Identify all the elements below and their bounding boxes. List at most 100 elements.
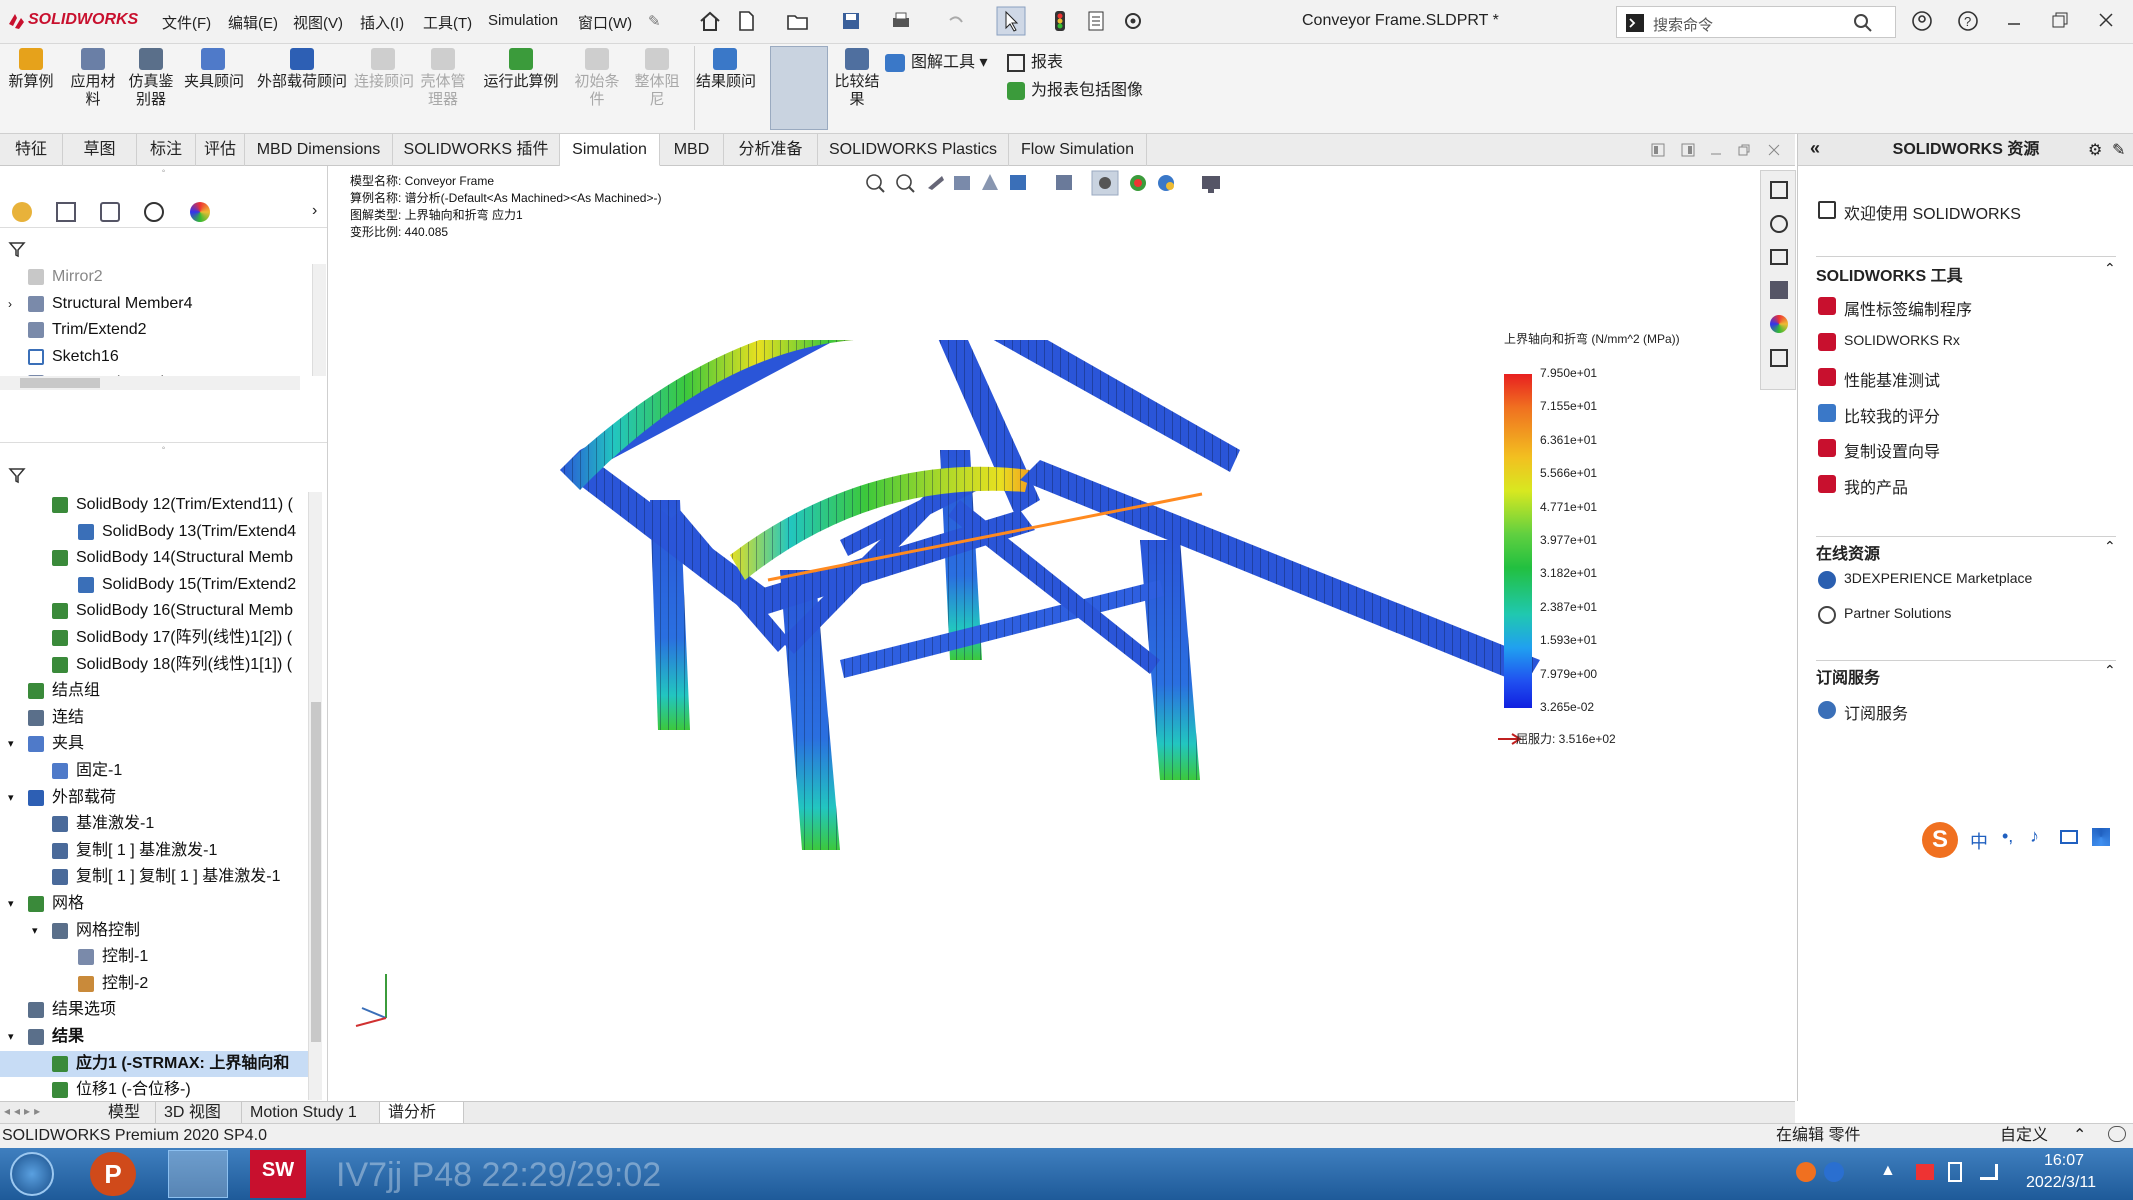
sim-tree-item[interactable]: 应力1 (-STRMAX: 上界轴向和 bbox=[0, 1050, 308, 1077]
plot-tools-button[interactable]: 图解工具 ▾ bbox=[885, 48, 988, 72]
cmd-9[interactable]: 整体阻 尼 bbox=[628, 48, 686, 109]
sim-tree-item[interactable]: 基准激发-1 bbox=[0, 811, 308, 837]
tooltip-icon[interactable] bbox=[2108, 1126, 2126, 1142]
minimize-window-icon[interactable] bbox=[2004, 14, 2024, 28]
feature-tree-item[interactable]: › Structural Member4 bbox=[0, 291, 300, 317]
subscription-collapse-icon[interactable]: ⌃ bbox=[2104, 662, 2116, 679]
feature-tree-item[interactable]: Sketch16 bbox=[0, 344, 300, 370]
tools-section-header[interactable]: SOLIDWORKS 工具 bbox=[1816, 262, 2116, 286]
sim-tree-item[interactable]: ▾ 外部载荷 bbox=[0, 785, 308, 811]
hide-show-items-icon[interactable] bbox=[1091, 170, 1119, 196]
view-settings-icon[interactable] bbox=[1202, 176, 1220, 193]
sogou-tray-icon[interactable] bbox=[1796, 1162, 1816, 1182]
sim-tree-item[interactable]: SolidBody 14(Structural Memb bbox=[0, 545, 308, 571]
sim-tree-item[interactable]: 结点组 bbox=[0, 678, 308, 704]
sim-tree-item[interactable]: 复制[ 1 ] 基准激发-1 bbox=[0, 838, 308, 864]
clock-date[interactable]: 2022/3/11 bbox=[2026, 1174, 2096, 1192]
start-button-icon[interactable] bbox=[10, 1152, 54, 1196]
tab-1[interactable]: 草图 bbox=[63, 134, 137, 166]
property-manager-tab-icon[interactable] bbox=[56, 202, 76, 222]
feature-tree-item[interactable]: Trim/Extend2 bbox=[0, 317, 300, 343]
resources-tab-icon[interactable] bbox=[1770, 181, 1788, 199]
feature-tree-scrollbar[interactable] bbox=[312, 264, 326, 376]
appearances-tab-icon[interactable] bbox=[1770, 315, 1788, 333]
tab-9[interactable]: SOLIDWORKS Plastics bbox=[818, 134, 1009, 166]
cmd-2[interactable]: 仿真鉴 别器 bbox=[122, 48, 180, 109]
sim-tree-item[interactable]: 控制-2 bbox=[0, 971, 308, 997]
panel-splitter-middle[interactable]: ◦ bbox=[0, 442, 327, 454]
feature-tree-hscrollbar[interactable] bbox=[0, 376, 300, 390]
ime-keyboard-icon[interactable] bbox=[2060, 830, 2078, 844]
tools-collapse-icon[interactable]: ⌃ bbox=[2104, 260, 2116, 277]
pin-icon[interactable]: ✎ bbox=[648, 12, 661, 30]
cmd-4[interactable]: 外部载荷顾问 bbox=[254, 48, 350, 91]
zoom-area-icon[interactable] bbox=[896, 174, 915, 193]
menu-tools[interactable]: 工具(T) bbox=[423, 12, 472, 33]
view-palette-tab-icon[interactable] bbox=[1770, 281, 1788, 299]
cmd-5[interactable]: 连接顾问 bbox=[354, 48, 414, 91]
sim-tree-item[interactable]: SolidBody 12(Trim/Extend11) ( bbox=[0, 492, 308, 518]
tab-6[interactable]: Simulation bbox=[560, 134, 660, 166]
file-properties-icon[interactable] bbox=[1086, 10, 1106, 32]
filter-dropdown-icon[interactable] bbox=[8, 466, 30, 484]
bottom-tab-2[interactable]: Motion Study 1 bbox=[242, 1102, 380, 1124]
sim-tree-item[interactable]: SolidBody 17(阵列(线性)1[2]) ( bbox=[0, 625, 308, 651]
units-dropdown-icon[interactable]: ⌃ bbox=[2073, 1124, 2086, 1148]
help-tray-icon[interactable] bbox=[1824, 1162, 1844, 1182]
bottom-tab-0[interactable]: 模型 bbox=[100, 1102, 156, 1124]
undo-icon[interactable] bbox=[945, 10, 965, 32]
sim-tree-item[interactable]: 结果选项 bbox=[0, 997, 308, 1023]
menu-insert[interactable]: 插入(I) bbox=[360, 12, 404, 33]
sim-tree-item[interactable]: ▾ 网格控制 bbox=[0, 918, 308, 944]
collapse-arrow-icon[interactable]: ▾ bbox=[8, 731, 14, 757]
traffic-light-icon[interactable] bbox=[1052, 10, 1068, 32]
subscription-section-header[interactable]: 订阅服务 bbox=[1816, 664, 2116, 688]
battery-tray-icon[interactable] bbox=[1948, 1162, 1962, 1182]
powerpoint-app-icon[interactable]: P bbox=[90, 1152, 136, 1196]
ime-mode-label[interactable]: 中 bbox=[1970, 828, 1988, 854]
tab-8[interactable]: 分析准备 bbox=[724, 134, 818, 166]
cmd-6[interactable]: 壳体管 理器 bbox=[414, 48, 472, 109]
online-section-header[interactable]: 在线资源 bbox=[1816, 540, 2116, 564]
dimxpert-tab-icon[interactable] bbox=[144, 202, 164, 222]
save-icon[interactable] bbox=[840, 10, 862, 32]
split-view-icon[interactable] bbox=[1680, 142, 1696, 158]
tab-4[interactable]: MBD Dimensions bbox=[245, 134, 393, 166]
bottom-tab-1[interactable]: 3D 视图 bbox=[156, 1102, 242, 1124]
sim-tree-item[interactable]: SolidBody 18(阵列(线性)1[1]) ( bbox=[0, 652, 308, 678]
configuration-manager-tab-icon[interactable] bbox=[100, 202, 120, 222]
edit-appearance-icon[interactable] bbox=[1130, 175, 1146, 191]
sim-tree-item[interactable]: ▾ 网格 bbox=[0, 891, 308, 917]
panel-splitter-top[interactable]: ◦ bbox=[0, 166, 327, 178]
sogou-ime-icon[interactable]: S bbox=[1922, 822, 1958, 858]
options-gear-icon[interactable] bbox=[1122, 10, 1144, 32]
cmd-0[interactable]: 新算例 bbox=[2, 48, 60, 91]
previous-view-icon[interactable] bbox=[928, 176, 944, 190]
ime-punctuation-icon[interactable]: •, bbox=[2002, 826, 2013, 847]
simulation-tree-scrollbar[interactable] bbox=[308, 492, 322, 1100]
sim-tree-item[interactable]: ▾ 结果 bbox=[0, 1024, 308, 1050]
print-icon[interactable] bbox=[890, 10, 912, 32]
include-image-button[interactable]: 为报表包括图像 bbox=[1007, 76, 1143, 100]
bottom-tab-3[interactable]: 谱分析 bbox=[380, 1102, 464, 1124]
section-view-icon[interactable] bbox=[954, 176, 970, 190]
clock-time[interactable]: 16:07 bbox=[2044, 1152, 2084, 1170]
search-commands-input[interactable]: 搜索命令 bbox=[1616, 6, 1896, 38]
open-folder-icon[interactable] bbox=[786, 10, 810, 32]
close-window-icon[interactable] bbox=[2096, 10, 2116, 30]
tile-icon[interactable] bbox=[1650, 142, 1666, 158]
apply-scene-icon[interactable] bbox=[1158, 175, 1174, 191]
collapse-arrow-icon[interactable]: ▾ bbox=[8, 891, 14, 917]
sim-tree-item[interactable]: 复制[ 1 ] 复制[ 1 ] 基准激发-1 bbox=[0, 864, 308, 890]
sim-tree-item[interactable]: ▾ 夹具 bbox=[0, 731, 308, 757]
tab-2[interactable]: 标注 bbox=[137, 134, 196, 166]
select-arrow-icon[interactable] bbox=[996, 6, 1026, 36]
view-orientation-icon[interactable] bbox=[1010, 175, 1026, 190]
menu-edit[interactable]: 编辑(E) bbox=[228, 12, 278, 33]
custom-properties-tab-icon[interactable] bbox=[1770, 349, 1788, 367]
new-document-icon[interactable] bbox=[736, 10, 756, 32]
feature-tree-item[interactable]: Mirror2 bbox=[0, 264, 300, 290]
viewport-close-icon[interactable] bbox=[1766, 142, 1782, 158]
ime-toolbar[interactable]: S 中 •, ♪ bbox=[1918, 820, 2126, 860]
home-icon[interactable] bbox=[698, 10, 722, 32]
